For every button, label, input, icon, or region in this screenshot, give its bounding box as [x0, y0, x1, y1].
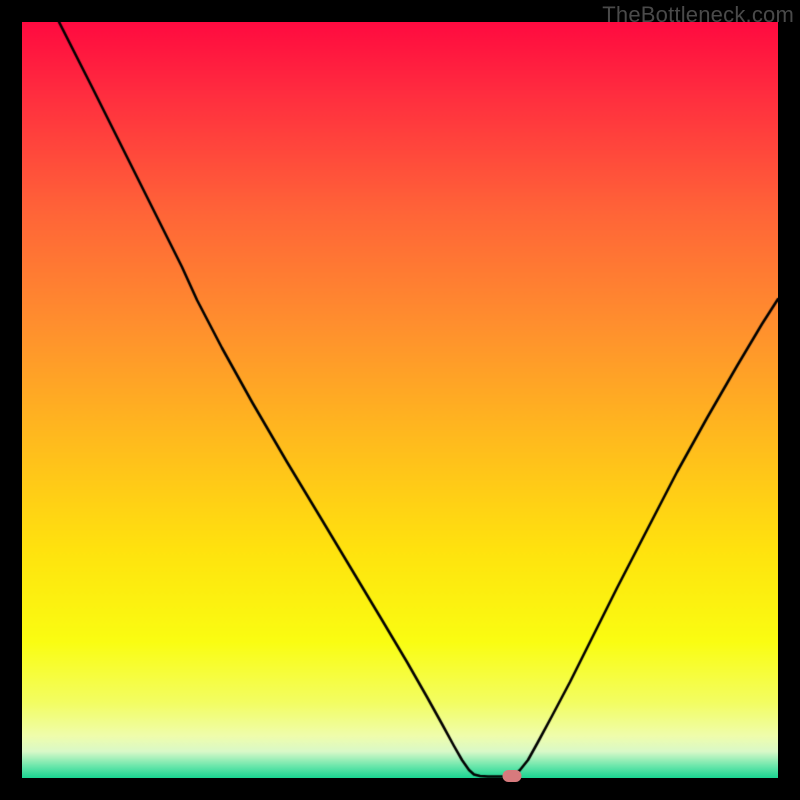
current-config-marker [503, 770, 522, 782]
outer-frame: TheBottleneck.com [0, 0, 800, 800]
chart-canvas [22, 22, 778, 778]
plot-area [22, 22, 778, 778]
watermark-label: TheBottleneck.com [602, 2, 794, 28]
